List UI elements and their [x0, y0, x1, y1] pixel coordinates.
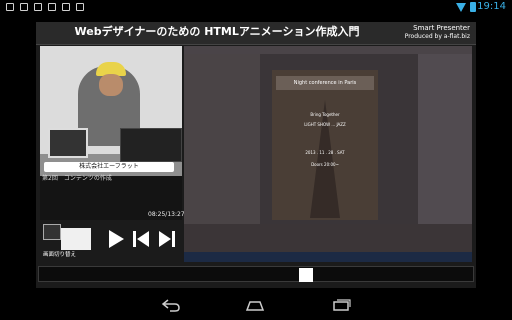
- mail-icon: [34, 3, 42, 11]
- switch-small-icon: [43, 224, 61, 240]
- switch-large-icon: [61, 228, 91, 250]
- event-title: Night conference in Paris: [276, 76, 374, 90]
- seek-thumb[interactable]: [299, 268, 314, 282]
- status-time: 19:14: [477, 1, 506, 12]
- checkbox-icon: [62, 3, 70, 11]
- title-bar: Webデザイナーのための HTMLアニメーション作成入門 Smart Prese…: [36, 22, 476, 45]
- back-icon[interactable]: [160, 298, 182, 312]
- stage-canvas: Night conference in Paris Bring Together…: [272, 70, 378, 220]
- editor-elements-panel: [418, 54, 472, 224]
- company-name: 株式会社エーフラット: [44, 162, 174, 172]
- page-title: Webデザイナーのための HTMLアニメーション作成入門: [74, 25, 360, 38]
- next-icon[interactable]: [156, 228, 178, 250]
- presenter-face: [99, 74, 123, 96]
- tablet-device: [48, 128, 88, 158]
- chapter-title: 第2回 コンテンツの作成: [42, 175, 112, 182]
- event-subtitle: LIGHT SHOW ... JAZZ: [304, 122, 346, 127]
- laptop-device: [120, 128, 182, 162]
- editor-menubar: [184, 46, 472, 54]
- wifi-icon: [456, 3, 466, 12]
- image-icon: [6, 3, 14, 11]
- status-bar: 19:14: [0, 0, 512, 14]
- switch-screen-button[interactable]: 画面切り替え: [43, 224, 97, 258]
- checkbox-icon: [48, 3, 56, 11]
- mail-icon: [20, 3, 28, 11]
- editor-timeline: [184, 224, 472, 252]
- video-feed[interactable]: [40, 46, 182, 176]
- home-icon[interactable]: [244, 298, 266, 312]
- brand-producer: Produced by a-flat.biz: [404, 33, 470, 40]
- recents-icon[interactable]: [330, 298, 352, 312]
- android-nav-bar: [0, 290, 512, 320]
- event-date: 2013 . 11 . 28 . SAT: [305, 150, 345, 155]
- event-open: Doors 20:00~: [311, 162, 339, 167]
- switch-screen-label: 画面切り替え: [43, 252, 77, 258]
- windows-taskbar: [184, 252, 472, 262]
- battery-icon: [470, 2, 476, 12]
- brand-name: Smart Presenter: [413, 24, 470, 32]
- event-name: Bring Together: [310, 112, 340, 117]
- play-icon[interactable]: [105, 228, 127, 250]
- previous-icon[interactable]: [130, 228, 152, 250]
- eiffel-tower-image: [310, 100, 340, 218]
- player-controls: 画面切り替え: [40, 220, 182, 262]
- video-time: 08:25/13:27: [148, 211, 185, 218]
- presenter-app: Webデザイナーのための HTMLアニメーション作成入門 Smart Prese…: [36, 22, 476, 288]
- editor-properties-panel: [184, 54, 260, 224]
- briefcase-icon: [76, 3, 84, 11]
- seek-bar[interactable]: [38, 266, 474, 282]
- screen-capture[interactable]: Night conference in Paris Bring Together…: [184, 46, 472, 262]
